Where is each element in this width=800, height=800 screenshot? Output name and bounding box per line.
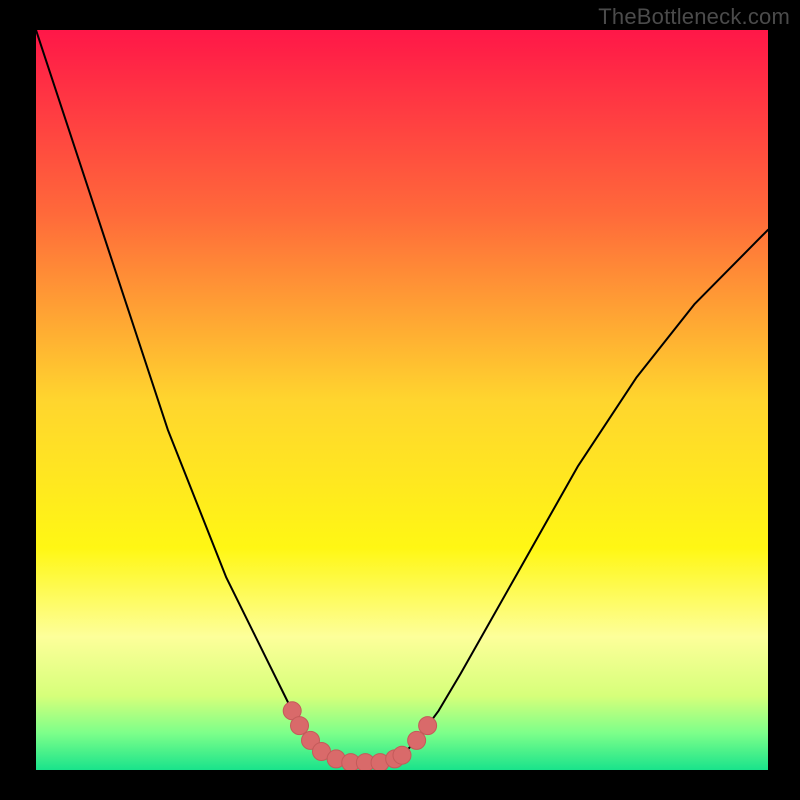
gradient-background [36, 30, 768, 770]
marker-point [393, 746, 411, 764]
marker-point [419, 717, 437, 735]
chart-frame: TheBottleneck.com [0, 0, 800, 800]
marker-point [291, 717, 309, 735]
marker-point [408, 731, 426, 749]
bottleneck-chart [36, 30, 768, 770]
plot-area [36, 30, 768, 770]
watermark-text: TheBottleneck.com [598, 4, 790, 30]
